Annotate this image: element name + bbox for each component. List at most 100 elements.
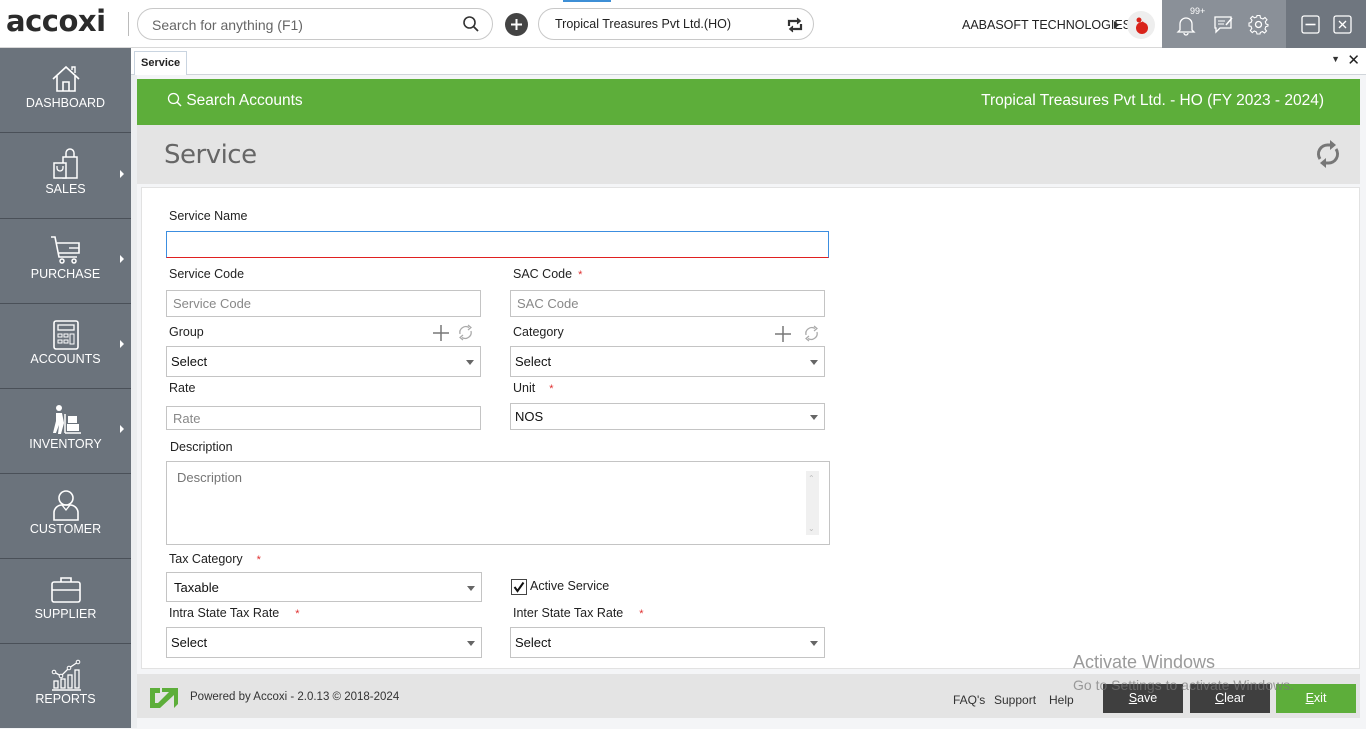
add-category-icon[interactable] (774, 325, 792, 343)
company-selector-label: Tropical Treasures Pvt Ltd.(HO) (555, 17, 731, 31)
chart-icon (51, 659, 81, 691)
exit-accesskey: E (1305, 691, 1314, 705)
global-search-input[interactable] (152, 15, 452, 35)
scroll-up-icon[interactable]: ⌃ (808, 474, 815, 483)
service-code-field[interactable] (166, 290, 481, 317)
page-title-bar: Service (137, 125, 1360, 184)
sidebar-label: DASHBOARD (25, 96, 106, 110)
inter-state-tax-rate-select[interactable]: Select (510, 627, 825, 658)
tab-service[interactable]: Service (134, 51, 188, 75)
bell-icon[interactable] (1176, 14, 1196, 36)
top-bar: accoxi Tropical Treasures Pvt Ltd.(HO) A… (0, 0, 1366, 48)
global-search[interactable] (137, 8, 493, 40)
service-code-input[interactable] (173, 291, 480, 316)
sidebar-item-purchase[interactable]: PURCHASE (0, 219, 131, 304)
sidebar-item-dashboard[interactable]: DASHBOARD (0, 48, 131, 133)
group-label: Group (169, 325, 204, 339)
service-name-input[interactable] (173, 232, 828, 257)
description-textarea[interactable] (171, 470, 801, 536)
faqs-link[interactable]: FAQ's (953, 693, 985, 707)
inventory-trolley-icon (53, 405, 81, 434)
search-icon[interactable] (462, 15, 480, 38)
sidebar-item-supplier[interactable]: SUPPLIER (0, 559, 131, 644)
company-financial-year: Tropical Treasures Pvt Ltd. - HO (FY 202… (981, 92, 1324, 109)
unit-select[interactable]: NOS (510, 403, 825, 430)
scroll-down-icon[interactable]: ⌄ (808, 524, 815, 533)
sac-code-label: SAC Code * (513, 267, 582, 281)
sidebar-item-reports[interactable]: REPORTS (0, 644, 131, 729)
required-asterisk: * (549, 383, 554, 395)
intra-state-tax-rate-select[interactable]: Select (166, 627, 482, 658)
close-tab-icon[interactable]: ✕ (1347, 51, 1360, 69)
sac-code-input[interactable] (517, 291, 824, 316)
sidebar-label: PURCHASE (30, 267, 101, 281)
category-label: Category (513, 325, 564, 339)
save-accesskey: S (1128, 691, 1138, 705)
tax-category-select[interactable]: Taxable (166, 572, 482, 602)
user-icon (53, 490, 79, 521)
sidebar-item-accounts[interactable]: ACCOUNTS (0, 304, 131, 389)
service-name-field[interactable] (166, 231, 829, 258)
powered-by-text: Powered by Accoxi - 2.0.13 © 2018-2024 (190, 691, 400, 703)
organization-name[interactable]: AABASOFT TECHNOLOGIES (962, 18, 1131, 32)
sidebar-label: ACCOUNTS (30, 352, 101, 366)
settings-gear-icon[interactable] (1248, 14, 1269, 35)
plus-icon (511, 19, 522, 30)
close-window-icon[interactable] (1333, 15, 1352, 34)
sidebar-item-customer[interactable]: CUSTOMER (0, 474, 131, 559)
sidebar-label: INVENTORY (29, 437, 102, 451)
home-icon (52, 65, 80, 92)
save-label: ave (1137, 691, 1158, 705)
tax-category-label-text: Tax Category (169, 552, 243, 566)
inter-state-label-text: Inter State Tax Rate (513, 606, 624, 620)
submenu-arrow-icon (120, 255, 124, 263)
caret-right-icon[interactable] (1114, 21, 1119, 29)
description-scrollbar[interactable]: ⌃ ⌄ (806, 471, 819, 535)
sidebar-item-inventory[interactable]: INVENTORY (0, 389, 131, 474)
support-link[interactable]: Support (994, 693, 1036, 707)
rate-input[interactable] (173, 407, 480, 429)
messages-icon[interactable] (1213, 15, 1235, 35)
sac-code-field[interactable] (510, 290, 825, 317)
add-group-icon[interactable] (432, 324, 450, 342)
intra-state-select-value: Select (171, 635, 208, 650)
refresh-group-icon[interactable] (457, 324, 474, 341)
description-label: Description (170, 440, 233, 454)
company-selector[interactable]: Tropical Treasures Pvt Ltd.(HO) (538, 8, 814, 40)
tax-category-label: Tax Category * (169, 552, 261, 566)
chevron-down-icon (810, 641, 818, 646)
checkmark-icon (513, 581, 525, 593)
required-asterisk: * (578, 269, 583, 281)
rate-field[interactable] (166, 406, 481, 430)
inter-state-select-value: Select (515, 635, 552, 650)
sidebar-item-sales[interactable]: SALES (0, 134, 131, 219)
submenu-arrow-icon (120, 170, 124, 178)
sidebar: DASHBOARD SALES PURCHASE ACCOUNTS INVENT… (0, 48, 131, 728)
sidebar-label: SALES (45, 182, 86, 196)
chevron-down-icon (467, 586, 475, 591)
add-new-button[interactable] (505, 13, 528, 36)
category-select[interactable]: Select (510, 346, 825, 377)
submenu-arrow-icon (120, 340, 124, 348)
chevron-down-icon (467, 641, 475, 646)
minimize-icon[interactable] (1301, 15, 1320, 34)
sidebar-label: SUPPLIER (34, 607, 97, 621)
tab-list-dropdown-icon[interactable]: ▼ (1331, 54, 1340, 64)
refresh-icon[interactable] (1314, 137, 1342, 171)
submenu-arrow-icon (120, 425, 124, 433)
group-select[interactable]: Select (166, 346, 481, 377)
chevron-down-icon (810, 360, 818, 365)
active-service-label[interactable]: Active Service (530, 579, 609, 593)
intra-state-tax-rate-label: Intra State Tax Rate * (169, 606, 300, 620)
activate-windows-watermark: Activate Windows (1073, 652, 1216, 672)
switch-company-icon[interactable] (785, 15, 805, 35)
search-accounts-link[interactable]: Search Accounts (167, 92, 303, 110)
user-avatar[interactable] (1127, 11, 1155, 39)
sidebar-label: CUSTOMER (29, 522, 102, 536)
refresh-category-icon[interactable] (803, 325, 820, 342)
help-link[interactable]: Help (1049, 693, 1074, 707)
description-field[interactable]: ⌃ ⌄ (166, 461, 830, 545)
active-indicator (563, 0, 611, 2)
unit-label: Unit * (513, 381, 554, 395)
active-service-checkbox[interactable] (511, 579, 527, 595)
